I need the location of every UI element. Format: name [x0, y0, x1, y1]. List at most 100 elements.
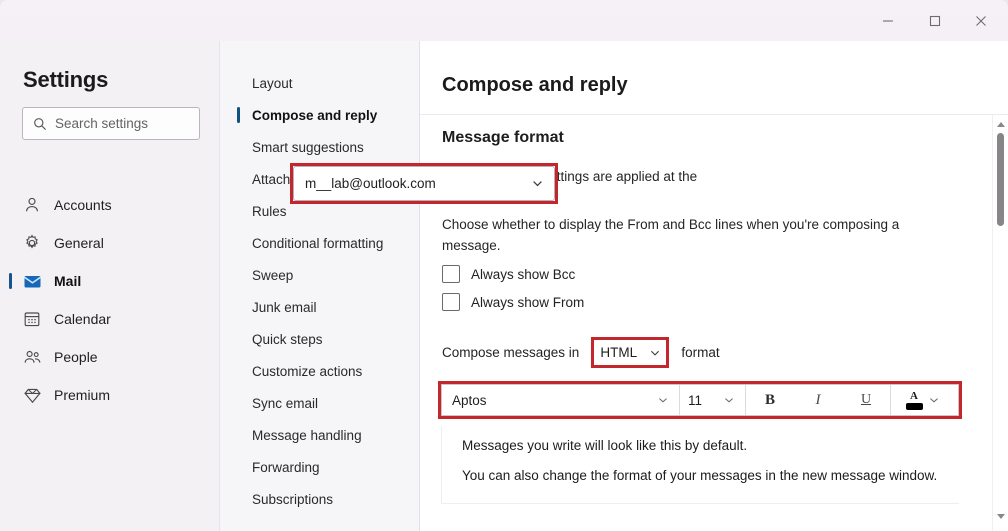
chevron-down-icon: [929, 398, 938, 403]
sidebar-item-label: Calendar: [54, 311, 111, 327]
nav-item-compose-and-reply[interactable]: Compose and reply: [220, 99, 420, 131]
sidebar-item-label: Accounts: [54, 197, 112, 213]
envelope-icon: [22, 271, 42, 291]
sidebar-item-label: Premium: [54, 387, 111, 403]
nav-item-label: Conditional formatting: [252, 235, 384, 251]
sidebar-item-general[interactable]: General: [0, 227, 220, 259]
font-size-value: 11: [688, 392, 703, 408]
message-preview-box: Messages you write will look like this b…: [441, 426, 959, 504]
format-select-annotation: HTML: [591, 337, 670, 368]
nav-item-label: Subscriptions: [252, 491, 334, 507]
maximize-button[interactable]: [912, 0, 958, 41]
page-title: Compose and reply: [442, 74, 628, 96]
chevron-down-icon: [651, 350, 660, 356]
italic-button[interactable]: I: [794, 385, 842, 415]
nav-item-label: Message handling: [252, 427, 362, 443]
always-show-bcc-row[interactable]: Always show Bcc: [442, 265, 575, 283]
minimize-button[interactable]: [865, 0, 911, 41]
nav-item-message-handling[interactable]: Message handling: [220, 419, 420, 451]
triangle-up-icon: [997, 121, 1005, 127]
nav-item-label: Rules: [252, 203, 287, 219]
nav-item-customize-actions[interactable]: Customize actions: [220, 355, 420, 387]
sidebar-item-calendar[interactable]: Calendar: [0, 303, 220, 335]
underline-button[interactable]: U: [842, 385, 890, 415]
search-icon: [34, 117, 47, 130]
compose-messages-in-row: Compose messages in HTML format: [442, 337, 720, 368]
scrollbar-down-button[interactable]: [993, 510, 1008, 522]
always-show-from-row[interactable]: Always show From: [442, 293, 584, 311]
gear-icon: [22, 233, 42, 253]
scrollbar-up-button[interactable]: [993, 118, 1008, 130]
sidebar-item-label: People: [54, 349, 98, 365]
calendar-icon: [22, 309, 42, 329]
nav-item-label: Junk email: [252, 299, 317, 315]
close-button[interactable]: [958, 0, 1004, 41]
nav-item-label: Customize actions: [252, 363, 363, 379]
person-icon: [22, 195, 42, 215]
triangle-down-icon: [997, 513, 1005, 519]
preview-line-2: You can also change the format of your m…: [462, 468, 938, 483]
always-show-bcc-label: Always show Bcc: [471, 266, 576, 282]
search-settings-box[interactable]: [22, 107, 200, 140]
font-color-button[interactable]: A: [890, 385, 954, 415]
nav-item-label: Forwarding: [252, 459, 320, 475]
sidebar-item-mail[interactable]: Mail: [0, 265, 220, 297]
compose-prefix-label: Compose messages in: [442, 345, 580, 360]
nav-item-junk-email[interactable]: Junk email: [220, 291, 420, 323]
font-name-select[interactable]: Aptos: [442, 385, 680, 415]
header-divider: [420, 114, 1008, 115]
bold-button[interactable]: B: [746, 385, 794, 415]
always-show-from-label: Always show From: [471, 294, 585, 310]
font-color-icon: A: [905, 390, 923, 410]
sidebar-item-label: Mail: [54, 273, 82, 289]
preview-line-1: Messages you write will look like this b…: [462, 438, 748, 453]
section-heading-message-format: Message format: [442, 129, 564, 146]
nav-item-sweep[interactable]: Sweep: [220, 259, 420, 291]
nav-item-label: Compose and reply: [252, 107, 378, 123]
scrollbar-thumb[interactable]: [997, 133, 1004, 226]
compose-suffix-label: format: [681, 345, 720, 360]
nav-item-sync-email[interactable]: Sync email: [220, 387, 420, 419]
window-titlebar: [0, 0, 1008, 41]
sidebar-item-accounts[interactable]: Accounts: [0, 189, 220, 221]
message-format-select[interactable]: HTML: [597, 341, 664, 364]
nav-item-subscriptions[interactable]: Subscriptions: [220, 483, 420, 515]
close-icon: [976, 15, 986, 26]
search-input[interactable]: [55, 116, 185, 131]
settings-window: Settings Accounts: [0, 0, 1008, 531]
always-show-bcc-checkbox[interactable]: [442, 265, 460, 283]
nav-item-label: Quick steps: [252, 331, 323, 347]
sidebar-item-people[interactable]: People: [0, 341, 220, 373]
always-show-from-checkbox[interactable]: [442, 293, 460, 311]
settings-sidebar: Settings Accounts: [0, 41, 220, 531]
nav-item-conditional-formatting[interactable]: Conditional formatting: [220, 227, 420, 259]
maximize-icon: [929, 15, 941, 26]
selection-indicator: [9, 273, 12, 289]
message-format-value: HTML: [600, 345, 638, 360]
chevron-down-icon: [725, 398, 733, 403]
nav-item-forwarding[interactable]: Forwarding: [220, 451, 420, 483]
font-size-select[interactable]: 11: [680, 385, 746, 415]
selection-indicator: [237, 107, 240, 123]
nav-item-quick-steps[interactable]: Quick steps: [220, 323, 420, 355]
people-icon: [22, 347, 42, 367]
sidebar-title: Settings: [23, 67, 109, 92]
nav-item-label: Sweep: [252, 267, 294, 283]
chevron-down-icon: [533, 181, 542, 187]
sidebar-item-premium[interactable]: Premium: [0, 379, 220, 411]
nav-item-label: Layout: [252, 75, 293, 91]
content-scrollbar[interactable]: [992, 115, 1008, 531]
account-select-value: m__lab@outlook.com: [305, 176, 436, 191]
nav-item-label: Smart suggestions: [252, 139, 364, 155]
nav-item-layout[interactable]: Layout: [220, 67, 420, 99]
from-bcc-description: Choose whether to display the From and B…: [442, 217, 900, 253]
chevron-down-icon: [659, 398, 667, 403]
sidebar-item-label: General: [54, 235, 104, 251]
font-color-swatch: [905, 402, 923, 410]
font-toolbar: Aptos 11 B I U A: [441, 384, 959, 416]
minimize-icon: [883, 19, 893, 22]
account-select[interactable]: m__lab@outlook.com: [293, 166, 555, 201]
nav-item-smart-suggestions[interactable]: Smart suggestions: [220, 131, 420, 163]
diamond-icon: [22, 385, 42, 405]
mail-settings-nav: Layout Compose and reply Smart suggestio…: [220, 41, 420, 531]
